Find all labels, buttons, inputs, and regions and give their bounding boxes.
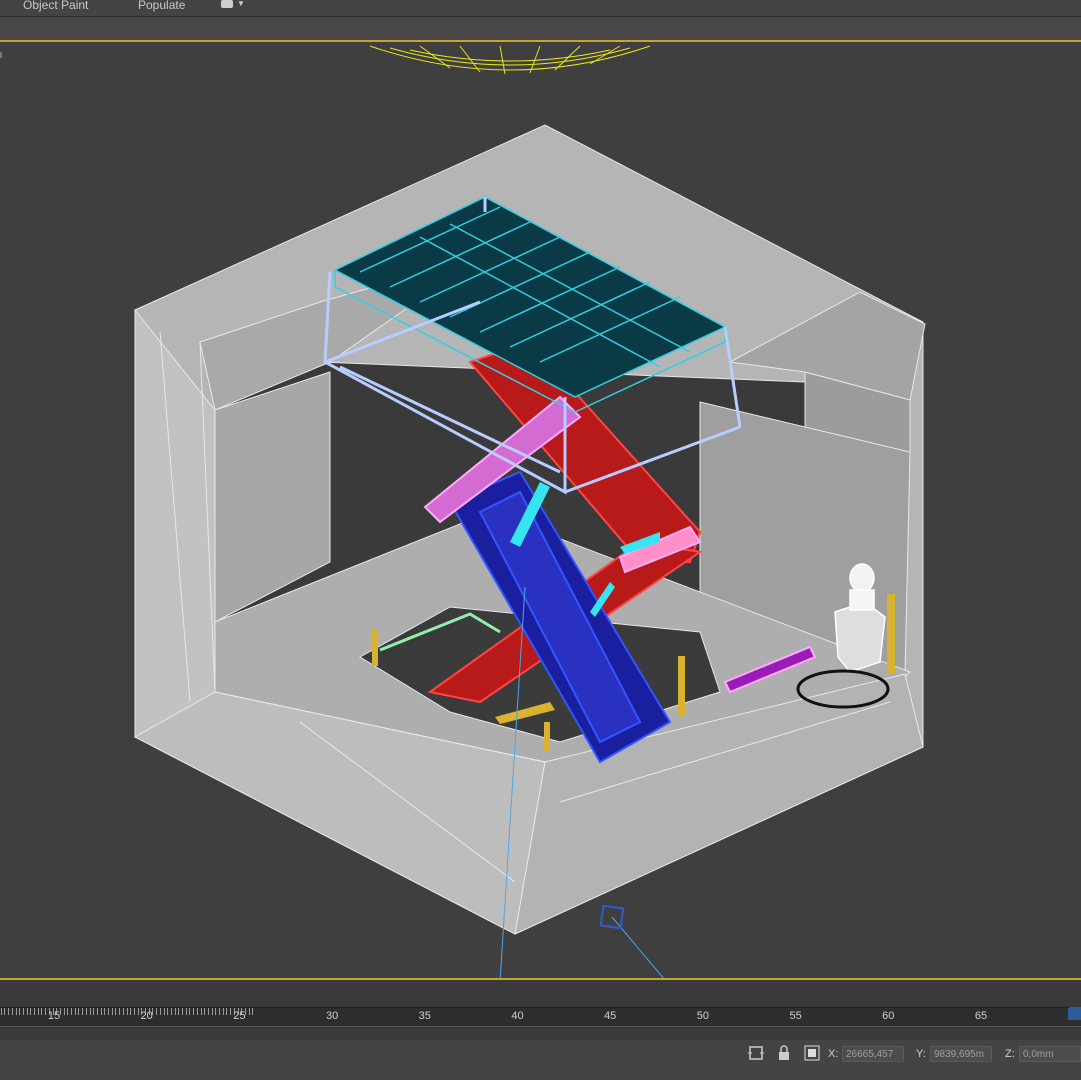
timeline-tick (200, 1008, 202, 1015)
x-coordinate-field[interactable]: 26665,457 (842, 1046, 904, 1062)
timeline-tick-label: 55 (789, 1010, 802, 1022)
timeline-tick (119, 1008, 121, 1015)
timeline-tick (182, 1008, 183, 1015)
timeline-tick (178, 1008, 180, 1015)
timeline-tick-label: 45 (604, 1010, 617, 1022)
timeline-tick-label: 60 (882, 1010, 895, 1022)
timeline-tick (167, 1008, 169, 1015)
timeline-tick (133, 1008, 135, 1015)
light-gizmo (369, 45, 651, 75)
timeline-tick (22, 1008, 24, 1015)
menu-object-paint[interactable]: Object Paint (23, 0, 88, 12)
selection-lock-icon[interactable] (748, 1045, 764, 1061)
timeline-tick (41, 1008, 43, 1015)
perspective-viewport[interactable] (0, 40, 1081, 980)
menu-populate[interactable]: Populate (138, 0, 185, 12)
timeline-tick (11, 1008, 13, 1015)
timeline-tick (226, 1008, 228, 1015)
timeline-tick (67, 1008, 69, 1015)
timeline-tick (100, 1008, 102, 1015)
timeline-tick (74, 1008, 76, 1015)
timeline-tick (63, 1008, 65, 1015)
absolute-mode-icon[interactable] (804, 1045, 820, 1061)
chevron-down-icon: ▼ (237, 0, 245, 8)
timeline-tick (96, 1008, 98, 1015)
timeline-tick (15, 1008, 17, 1015)
x-label: X: (828, 1048, 839, 1060)
timeline-tick (159, 1008, 161, 1015)
timeline-tick (82, 1008, 84, 1015)
timeline-tick (45, 1008, 47, 1015)
timeline-tick (193, 1008, 195, 1015)
timeline-tick (30, 1008, 32, 1015)
timeline-tick-label: 25 (233, 1010, 246, 1022)
timeline-tick (115, 1008, 117, 1015)
timeline-tick (156, 1008, 158, 1015)
timeline-tick (0, 1008, 2, 1015)
timeline-tick (215, 1008, 217, 1015)
timeline-tick (108, 1008, 109, 1015)
ribbon-toggle-dropdown[interactable]: ▼ (220, 0, 246, 12)
timeline-tick-label: 65 (974, 1010, 988, 1022)
timeline-tick (104, 1008, 106, 1015)
time-track-bar[interactable]: 152025303540455055606570 (0, 980, 1081, 1040)
y-label: Y: (916, 1048, 926, 1060)
timeline-tick (37, 1008, 39, 1015)
timeline-tick-label: 20 (140, 1010, 153, 1022)
timeline-tick (230, 1008, 232, 1015)
timeline-tick (252, 1008, 254, 1015)
timeline-tick (78, 1008, 80, 1015)
timeline-tick (204, 1008, 206, 1015)
timeline-tick (89, 1008, 91, 1015)
timeline-tick (248, 1008, 250, 1015)
track-corner-button[interactable] (1068, 1007, 1081, 1020)
z-label: Z: (1005, 1048, 1015, 1060)
timeline-tick-label: 50 (696, 1010, 710, 1022)
timeline-tick (71, 1008, 72, 1015)
timeline-tick (8, 1008, 10, 1015)
timeline-tick (126, 1008, 128, 1015)
timeline-tick (111, 1008, 113, 1015)
timeline-tick-label: 30 (325, 1010, 339, 1022)
ribbon-panel (0, 17, 1081, 40)
timeline-tick (211, 1008, 213, 1015)
timeline-tick (170, 1008, 172, 1015)
timeline-tick (85, 1008, 87, 1015)
timeline-tick (4, 1008, 6, 1015)
timeline-tick (174, 1008, 176, 1015)
z-coordinate-field[interactable]: 0,0mm (1019, 1046, 1081, 1062)
timeline-tick (93, 1008, 95, 1015)
timeline-tick (34, 1008, 35, 1015)
timeline-tick (26, 1008, 28, 1015)
menu-bar: Object Paint Populate ▼ (0, 0, 1081, 17)
timeline-tick (219, 1008, 220, 1015)
timeline-tick-label: 40 (511, 1010, 524, 1022)
timeline-tick-label: 35 (418, 1010, 431, 1022)
timeline-tick (19, 1008, 21, 1015)
timeline-tick (163, 1008, 165, 1015)
timeline-tick-label: 15 (47, 1010, 61, 1022)
timeline-tick (130, 1008, 132, 1015)
timeline-tick (189, 1008, 191, 1015)
lock-icon[interactable] (776, 1045, 792, 1061)
timeline-tick (222, 1008, 224, 1015)
timeline-tick (185, 1008, 187, 1015)
ribbon-toggle-icon (221, 0, 233, 8)
timeline-tick (122, 1008, 124, 1015)
timeline-tick (196, 1008, 198, 1015)
timeline-tick (207, 1008, 209, 1015)
timeline-tick (137, 1008, 139, 1015)
y-coordinate-field[interactable]: 9839,695m (930, 1046, 992, 1062)
status-bar: X: 26665,457 Y: 9839,695m Z: 0,0mm (0, 1040, 1081, 1080)
track-ruler[interactable]: 152025303540455055606570 (0, 1007, 1081, 1027)
scene-render (133, 45, 926, 978)
